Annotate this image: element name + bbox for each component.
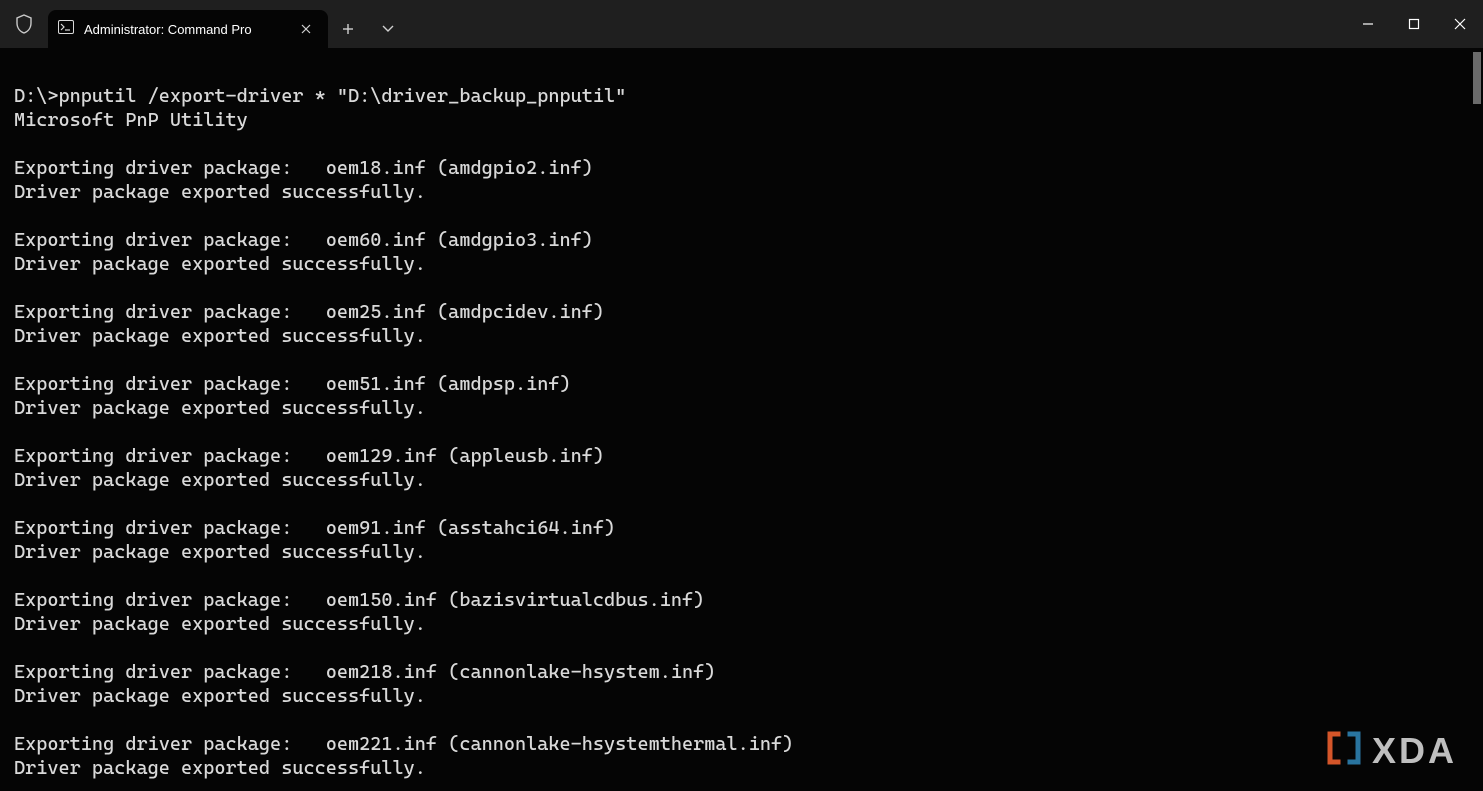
terminal-line (14, 276, 1469, 300)
terminal-line: Driver package exported successfully. (14, 468, 1469, 492)
terminal-line: Driver package exported successfully. (14, 612, 1469, 636)
tab-dropdown-button[interactable] (368, 10, 408, 48)
terminal-line: Exporting driver package: oem25.inf (amd… (14, 300, 1469, 324)
xda-logo-icon (1324, 728, 1364, 773)
terminal-line: Exporting driver package: oem150.inf (ba… (14, 588, 1469, 612)
close-icon (1454, 18, 1466, 30)
terminal-line: Driver package exported successfully. (14, 324, 1469, 348)
terminal-line (14, 780, 1469, 791)
tab-title: Administrator: Command Pro (84, 22, 286, 37)
watermark-text: XDA (1372, 730, 1457, 772)
terminal-line: Exporting driver package: oem60.inf (amd… (14, 228, 1469, 252)
terminal-line: Driver package exported successfully. (14, 180, 1469, 204)
terminal-output[interactable]: D:\>pnputil /export-driver * "D:\driver_… (0, 48, 1483, 791)
terminal-line (14, 492, 1469, 516)
terminal-line (14, 132, 1469, 156)
terminal-line: Driver package exported successfully. (14, 756, 1469, 780)
terminal-line: Driver package exported successfully. (14, 396, 1469, 420)
new-tab-button[interactable] (328, 10, 368, 48)
terminal-icon (58, 20, 74, 39)
terminal-line: Driver package exported successfully. (14, 684, 1469, 708)
window-controls (1345, 0, 1483, 48)
terminal-line: Driver package exported successfully. (14, 252, 1469, 276)
terminal-line: Exporting driver package: oem51.inf (amd… (14, 372, 1469, 396)
tab-active[interactable]: Administrator: Command Pro (48, 10, 328, 48)
terminal-line: Driver package exported successfully. (14, 540, 1469, 564)
terminal-line (14, 204, 1469, 228)
close-window-button[interactable] (1437, 0, 1483, 48)
terminal-line (14, 708, 1469, 732)
terminal-line (14, 348, 1469, 372)
plus-icon (342, 23, 354, 35)
minimize-icon (1362, 18, 1374, 30)
minimize-button[interactable] (1345, 0, 1391, 48)
tab-close-button[interactable] (296, 19, 316, 39)
app-shield-icon (0, 0, 48, 48)
titlebar: Administrator: Command Pro (0, 0, 1483, 48)
terminal-line: Exporting driver package: oem129.inf (ap… (14, 444, 1469, 468)
terminal-line (14, 420, 1469, 444)
terminal-line: Exporting driver package: oem91.inf (ass… (14, 516, 1469, 540)
terminal-line: Microsoft PnP Utility (14, 108, 1469, 132)
terminal-line: Exporting driver package: oem218.inf (ca… (14, 660, 1469, 684)
terminal-line (14, 636, 1469, 660)
terminal-line: Exporting driver package: oem18.inf (amd… (14, 156, 1469, 180)
maximize-button[interactable] (1391, 0, 1437, 48)
terminal-line: Exporting driver package: oem221.inf (ca… (14, 732, 1469, 756)
terminal-line: D:\>pnputil /export-driver * "D:\driver_… (14, 84, 1469, 108)
terminal-line (14, 564, 1469, 588)
chevron-down-icon (382, 25, 394, 33)
watermark: XDA (1324, 728, 1457, 773)
close-icon (301, 24, 311, 34)
maximize-icon (1408, 18, 1420, 30)
scrollbar-thumb[interactable] (1473, 52, 1481, 104)
